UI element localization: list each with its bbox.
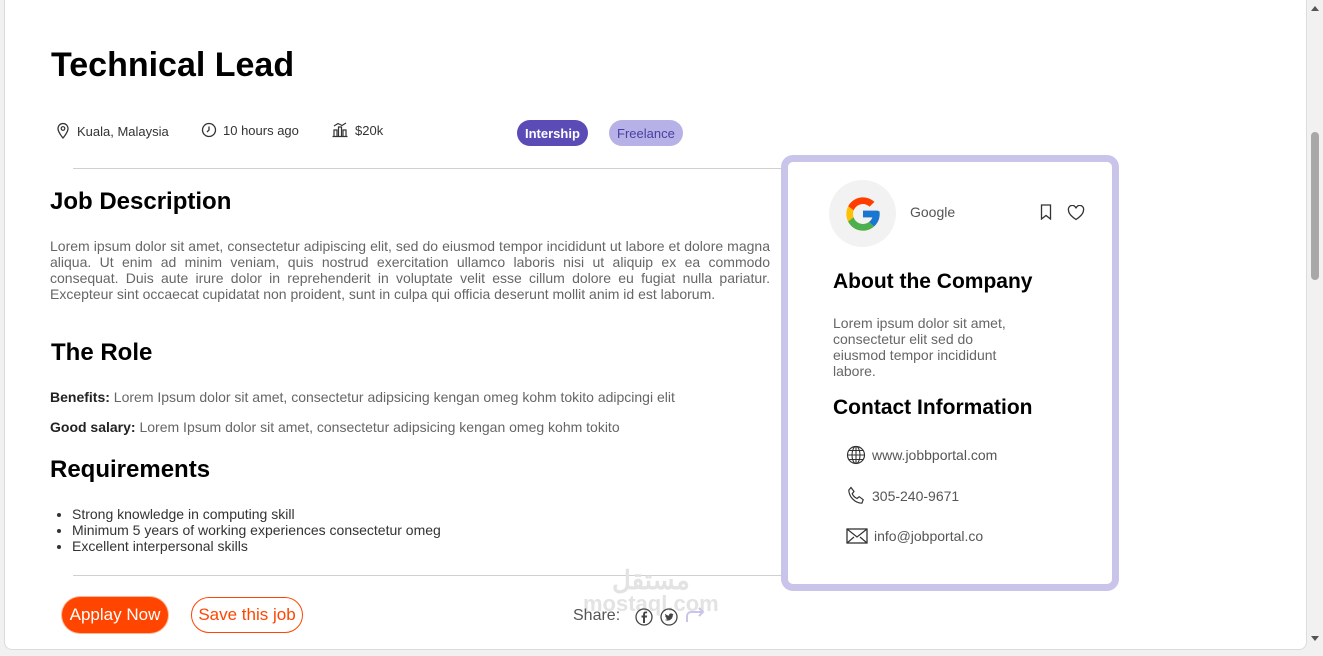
requirement-item: Strong knowledge in computing skill	[72, 506, 441, 522]
job-detail-page: Technical Lead Kuala, Malaysia 10 hours …	[4, 0, 1307, 650]
requirements-heading: Requirements	[50, 456, 211, 483]
divider-top	[73, 168, 781, 169]
email-text[interactable]: info@jobportal.co	[874, 528, 983, 544]
about-company-heading: About the Company	[833, 270, 1033, 293]
good-salary-text: Lorem Ipsum dolor sit amet, consectetur …	[135, 419, 620, 435]
contact-phone[interactable]: 305-240-9671	[846, 486, 959, 506]
job-title: Technical Lead	[51, 46, 295, 84]
salary-line: Good salary: Lorem Ipsum dolor sit amet,…	[50, 419, 620, 435]
envelope-icon	[846, 528, 868, 544]
google-logo-icon	[845, 196, 880, 231]
location-text: Kuala, Malaysia	[77, 123, 169, 139]
scroll-down-arrow-icon[interactable]	[1311, 636, 1319, 641]
about-company-text: Lorem ipsum dolor sit amet, consectetur …	[833, 315, 1006, 379]
vertical-scrollbar[interactable]	[1307, 0, 1323, 656]
job-description-heading: Job Description	[50, 188, 232, 215]
company-card: Google About the Company Lorem ipsum dol…	[781, 155, 1119, 591]
requirement-item: Excellent interpersonal skills	[72, 538, 441, 554]
benefits-line: Benefits: Lorem Ipsum dolor sit amet, co…	[50, 389, 675, 405]
posted-time-text: 10 hours ago	[223, 122, 299, 138]
company-logo	[829, 180, 896, 247]
benefits-label: Benefits:	[50, 389, 110, 405]
requirements-list: Strong knowledge in computing skill Mini…	[50, 506, 441, 554]
heart-icon[interactable]	[1067, 205, 1085, 221]
contact-website[interactable]: www.jobbportal.com	[846, 445, 997, 465]
share-arrow-icon[interactable]	[685, 606, 707, 624]
benefits-text: Lorem Ipsum dolor sit amet, consectetur …	[109, 389, 675, 405]
clock-icon	[201, 122, 217, 138]
save-job-button[interactable]: Save this job	[191, 597, 303, 633]
phone-icon	[848, 486, 864, 504]
scrollbar-thumb[interactable]	[1311, 132, 1319, 280]
contact-information-heading: Contact Information	[833, 396, 1033, 419]
job-salary: $20k	[331, 122, 383, 138]
company-name: Google	[910, 204, 956, 220]
requirement-item: Minimum 5 years of working experiences c…	[72, 522, 441, 538]
location-pin-icon	[57, 122, 69, 139]
bookmark-icon[interactable]	[1040, 204, 1052, 220]
scroll-up-arrow-icon[interactable]	[1311, 6, 1319, 11]
salary-icon	[332, 122, 348, 138]
tag-internship[interactable]: Intership	[517, 120, 588, 146]
good-salary-label: Good salary:	[50, 419, 136, 435]
apply-now-button[interactable]: Applay Now	[62, 597, 168, 633]
website-text[interactable]: www.jobbportal.com	[872, 447, 997, 463]
facebook-icon[interactable]	[635, 608, 653, 626]
job-description-text: Lorem ipsum dolor sit amet, consectetur …	[50, 238, 770, 302]
job-posted-time: 10 hours ago	[201, 122, 299, 138]
globe-icon	[846, 445, 866, 465]
job-location: Kuala, Malaysia	[55, 122, 169, 140]
phone-text[interactable]: 305-240-9671	[872, 488, 959, 504]
tag-freelance[interactable]: Freelance	[609, 120, 683, 146]
twitter-icon[interactable]	[660, 608, 678, 626]
salary-text: $20k	[355, 122, 384, 138]
share-label: Share:	[573, 607, 621, 624]
role-heading: The Role	[51, 339, 153, 366]
watermark-arabic: مستقل	[611, 565, 690, 595]
contact-email[interactable]: info@jobportal.co	[846, 527, 983, 545]
